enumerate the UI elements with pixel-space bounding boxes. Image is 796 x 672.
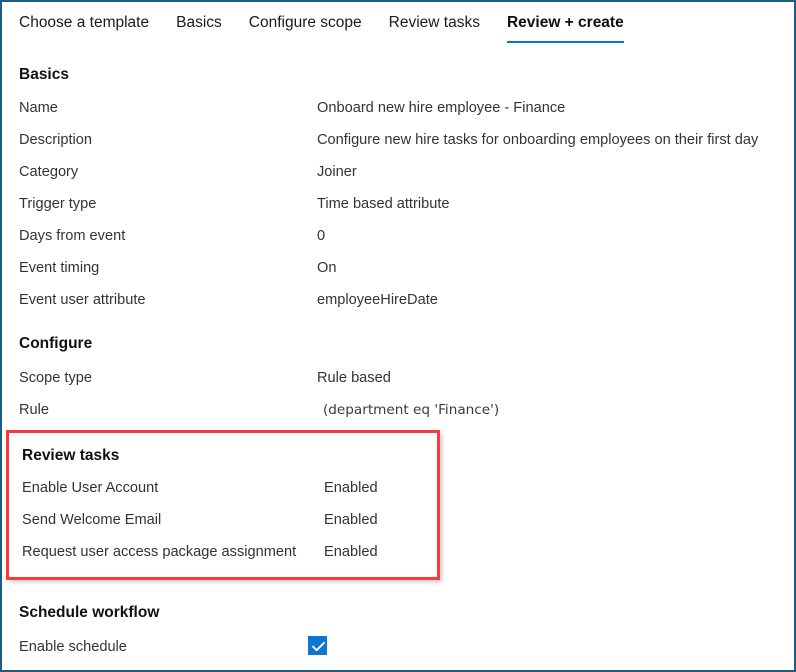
review-tasks-value-send-welcome-email: Enabled xyxy=(324,512,378,528)
tab-review-create[interactable]: Review + create xyxy=(506,2,624,43)
basics-value-name: Onboard new hire employee - Finance xyxy=(317,100,566,116)
schedule-workflow-row-enable-schedule: Enable schedule xyxy=(19,639,790,659)
basics-label-name: Name xyxy=(19,100,58,116)
basics-value-event-timing: On xyxy=(317,260,337,276)
review-tasks-heading: Review tasks xyxy=(22,447,120,464)
tab-choose-a-template[interactable]: Choose a template xyxy=(19,2,149,43)
basics-heading: Basics xyxy=(19,66,69,83)
basics-row-trigger-type: Trigger type Time based attribute xyxy=(19,196,790,216)
configure-row-scope-type: Scope type Rule based xyxy=(19,370,790,390)
review-tasks-row-enable-user-account: Enable User Account Enabled xyxy=(22,480,431,500)
schedule-workflow-label-enable-schedule: Enable schedule xyxy=(19,639,127,655)
review-tasks-label-enable-user-account: Enable User Account xyxy=(22,480,159,496)
review-tasks-value-request-access-package: Enabled xyxy=(324,544,378,560)
basics-row-days-from-event: Days from event 0 xyxy=(19,228,790,248)
review-tasks-highlight-box: Review tasks Enable User Account Enabled… xyxy=(6,430,440,580)
configure-row-rule: Rule (department eq 'Finance') xyxy=(19,402,790,422)
tab-review-tasks[interactable]: Review tasks xyxy=(389,2,480,43)
tab-basics[interactable]: Basics xyxy=(176,2,222,43)
configure-heading: Configure xyxy=(19,335,93,352)
basics-value-event-user-attribute: employeeHireDate xyxy=(317,292,438,308)
basics-value-description: Configure new hire tasks for onboarding … xyxy=(317,132,759,148)
basics-label-trigger-type: Trigger type xyxy=(19,196,97,212)
review-tasks-value-enable-user-account: Enabled xyxy=(324,480,378,496)
configure-value-rule: (department eq 'Finance') xyxy=(323,402,500,418)
configure-value-scope-type: Rule based xyxy=(317,370,391,386)
basics-row-name: Name Onboard new hire employee - Finance xyxy=(19,100,790,120)
review-tasks-row-send-welcome-email: Send Welcome Email Enabled xyxy=(22,512,431,532)
basics-label-description: Description xyxy=(19,132,92,148)
basics-row-category: Category Joiner xyxy=(19,164,790,184)
basics-value-days-from-event: 0 xyxy=(317,228,326,244)
enable-schedule-checkbox[interactable] xyxy=(308,636,327,655)
review-tasks-label-send-welcome-email: Send Welcome Email xyxy=(22,512,162,528)
basics-label-days-from-event: Days from event xyxy=(19,228,126,244)
tab-configure-scope[interactable]: Configure scope xyxy=(249,2,362,43)
basics-row-event-timing: Event timing On xyxy=(19,260,790,280)
basics-label-category: Category xyxy=(19,164,79,180)
wizard-tab-strip: Choose a template Basics Configure scope… xyxy=(2,2,794,46)
configure-label-rule: Rule xyxy=(19,402,50,418)
basics-row-event-user-attribute: Event user attribute employeeHireDate xyxy=(19,292,790,312)
basics-label-event-timing: Event timing xyxy=(19,260,100,276)
basics-label-event-user-attribute: Event user attribute xyxy=(19,292,146,308)
basics-row-description: Description Configure new hire tasks for… xyxy=(19,132,790,152)
schedule-workflow-heading: Schedule workflow xyxy=(19,604,160,621)
review-create-panel: Choose a template Basics Configure scope… xyxy=(0,0,796,672)
configure-label-scope-type: Scope type xyxy=(19,370,93,386)
basics-value-category: Joiner xyxy=(317,164,357,180)
checkmark-icon xyxy=(312,641,325,652)
review-tasks-row-request-access-package: Request user access package assignment E… xyxy=(22,544,431,564)
review-tasks-label-request-access-package: Request user access package assignment xyxy=(22,544,297,560)
basics-value-trigger-type: Time based attribute xyxy=(317,196,450,212)
